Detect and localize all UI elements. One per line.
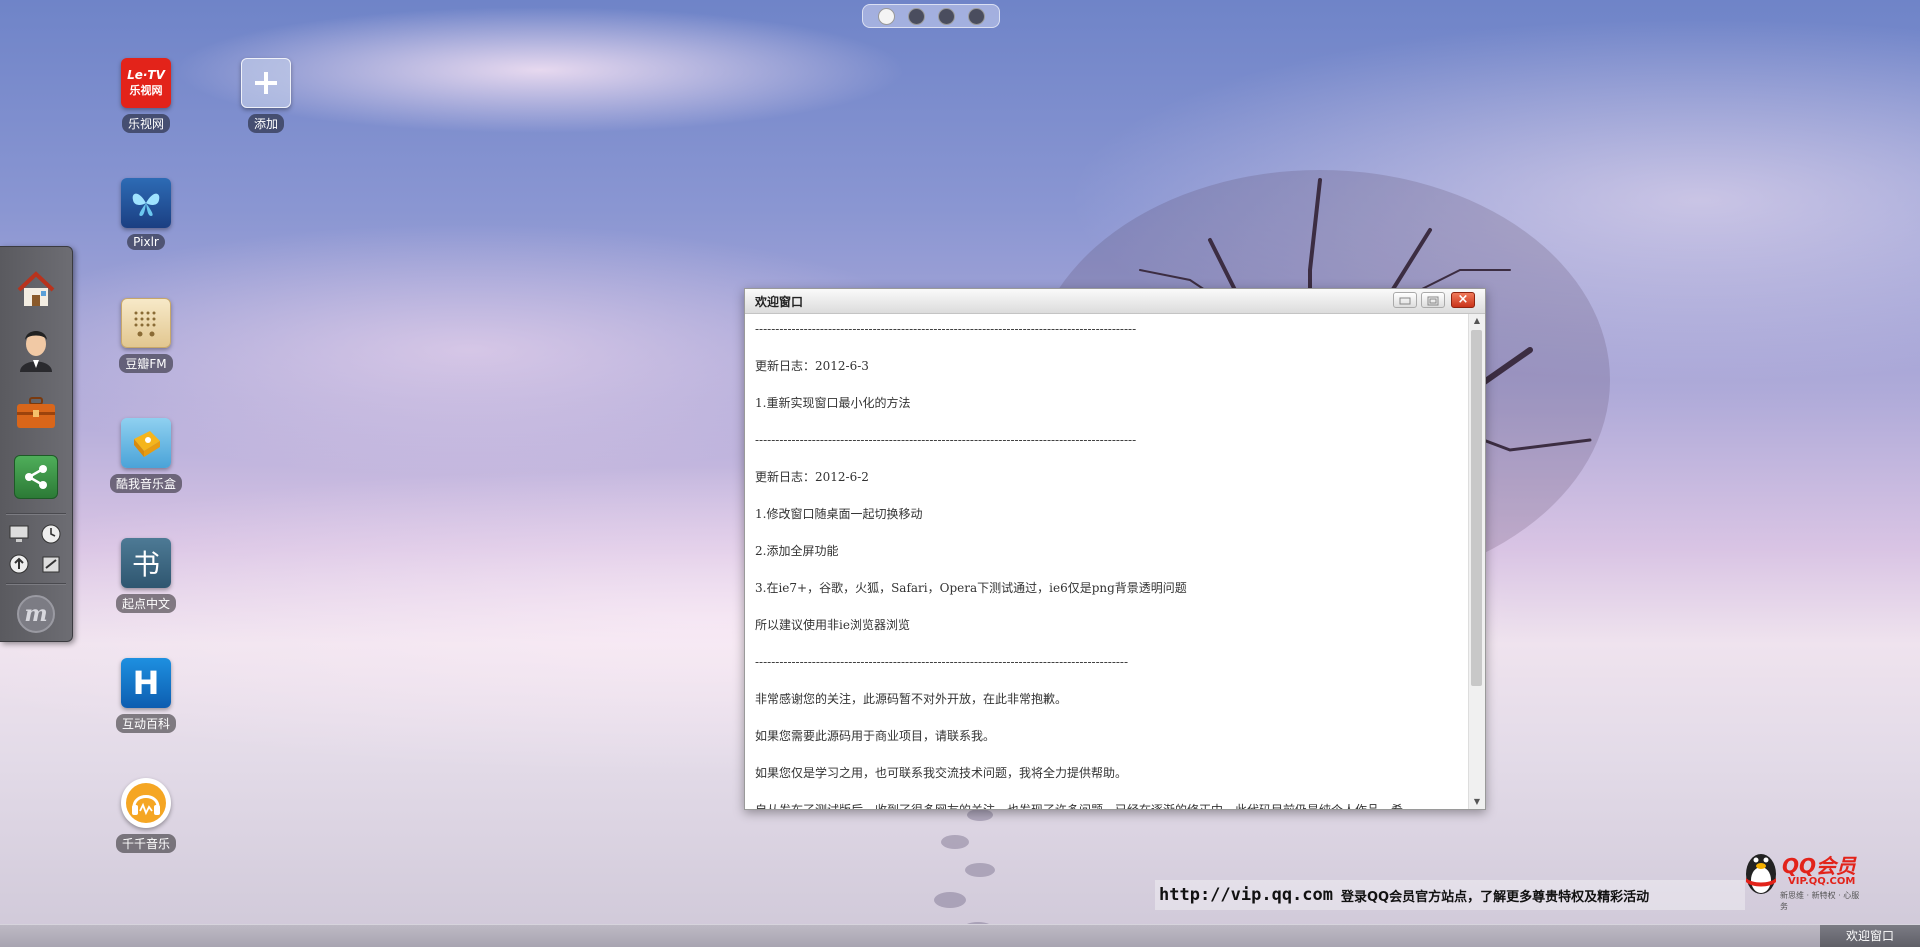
app-label: 添加 (247, 114, 284, 133)
vip-url[interactable]: http://vip.qq.com (1159, 885, 1333, 905)
share-icon (25, 465, 47, 489)
minimize-button[interactable] (1393, 292, 1417, 308)
app-label: 起点中文 (115, 594, 176, 613)
vip-tagline: 新思维 · 新特权 · 心服务 (1780, 891, 1860, 911)
app-label: 互动百科 (115, 714, 176, 733)
app-label: Pixlr (127, 234, 165, 250)
app-icon-pixlr[interactable]: Pixlr (101, 178, 191, 250)
welcome-window: 欢迎窗口 × ---------------------------------… (744, 288, 1486, 810)
minimize-icon (1399, 297, 1411, 305)
content-line: ----------------------------------------… (755, 322, 1137, 336)
letv-icon: Le·TV 乐视网 (121, 58, 171, 108)
share-button[interactable] (14, 455, 58, 499)
dock-divider (6, 583, 66, 585)
taskbar-item-welcome-window[interactable]: 欢迎窗口 (1820, 925, 1920, 947)
letv-logo-subtext: 乐视网 (129, 84, 163, 97)
hudong-icon: H (121, 658, 171, 708)
music-box-icon (121, 418, 171, 468)
app-icon-hudong[interactable]: H 互动百科 (101, 658, 191, 733)
content-line: 更新日志：2012-6-3 (755, 359, 869, 373)
app-icon-qianqian[interactable]: 千千音乐 (101, 778, 191, 853)
app-label: 酷我音乐盒 (109, 474, 182, 493)
briefcase-icon (17, 397, 55, 428)
content-line: 所以建议使用非ie浏览器浏览 (755, 618, 910, 632)
clock-icon (41, 524, 61, 544)
desktop-page-switcher (862, 4, 1000, 28)
letv-logo-text: Le·TV (127, 68, 165, 82)
avatar-icon (20, 331, 52, 372)
app-icon-douban-fm[interactable]: 豆瓣FM (101, 298, 191, 373)
hudong-glyph: H (132, 664, 160, 702)
app-label: 千千音乐 (115, 834, 176, 853)
scroll-thumb[interactable] (1471, 330, 1482, 686)
close-button[interactable]: × (1451, 292, 1475, 308)
vip-brand: QQ会员 (1782, 854, 1857, 878)
headphones-icon (121, 778, 171, 828)
page-dot-2[interactable] (907, 7, 925, 25)
app-label: 豆瓣FM (119, 354, 173, 373)
content-line: 自从发布了测试版后，收到了很多网友的关注，也发现了许多问题，已经在逐渐的修正中，… (755, 801, 1459, 809)
upload-button[interactable] (8, 553, 30, 575)
home-button[interactable] (14, 267, 58, 311)
dock-logo-button[interactable]: m (17, 595, 55, 633)
content-line: 1.重新实现窗口最小化的方法 (755, 396, 911, 410)
content-line: 如果您需要此源码用于商业项目，请联系我。 (755, 729, 996, 743)
radio-icon (121, 298, 171, 348)
window-titlebar[interactable]: 欢迎窗口 × (745, 289, 1485, 314)
maximize-button[interactable] (1421, 292, 1445, 308)
maximize-icon (1427, 296, 1439, 306)
qq-vip-logo[interactable]: QQ会员 VIP.QQ.COM 新思维 · 新特权 · 心服务 (1740, 846, 1865, 911)
content-line: 3.在ie7+，谷歌，火狐，Safari，Opera下测试通过，ie6仅是png… (755, 581, 1187, 595)
vip-brand-url: VIP.QQ.COM (1788, 876, 1856, 887)
book-glyph: 书 (131, 548, 160, 581)
content-line: 非常感谢您的关注，此源码暂不对外开放，在此非常抱歉。 (755, 692, 1068, 706)
app-icon-kuwo[interactable]: 酷我音乐盒 (101, 418, 191, 493)
scroll-up-icon[interactable]: ▲ (1469, 314, 1485, 328)
app-icon-add[interactable]: 添加 (221, 58, 311, 133)
content-line: ----------------------------------------… (755, 655, 1129, 669)
add-icon (241, 58, 291, 108)
scroll-down-icon[interactable]: ▼ (1469, 795, 1485, 809)
monitor-icon (9, 525, 29, 542)
penguin-icon (1746, 854, 1776, 894)
app-icon-qidian[interactable]: 书 起点中文 (101, 538, 191, 613)
theme-settings-button[interactable] (40, 553, 62, 575)
page-dot-1[interactable] (877, 7, 895, 25)
toolbox-button[interactable] (14, 391, 58, 435)
taskbar: 欢迎窗口 (0, 924, 1920, 947)
vip-promo-text: 登录QQ会员官方站点，了解更多尊贵特权及精彩活动 (1341, 889, 1650, 905)
app-label: 乐视网 (121, 114, 170, 133)
home-icon (17, 271, 55, 306)
clock-button[interactable] (40, 523, 62, 545)
qq-vip-ad-banner[interactable]: http://vip.qq.com 登录QQ会员官方站点，了解更多尊贵特权及精彩… (1155, 880, 1745, 910)
left-dock: m (0, 246, 73, 642)
settings-icon (42, 556, 60, 573)
content-line: 更新日志：2012-6-2 (755, 470, 869, 484)
window-title: 欢迎窗口 (755, 295, 804, 309)
m-logo-icon: m (24, 601, 48, 627)
content-line: 如果您仅是学习之用，也可联系我交流技术问题，我将全力提供帮助。 (755, 766, 1128, 780)
content-line: 1.修改窗口随桌面一起切换移动 (755, 507, 923, 521)
book-icon: 书 (121, 538, 171, 588)
dock-divider (6, 513, 66, 515)
content-line: ----------------------------------------… (755, 433, 1137, 447)
pixlr-icon (121, 178, 171, 228)
page-dot-3[interactable] (937, 7, 955, 25)
show-desktop-button[interactable] (8, 523, 30, 545)
window-content: ----------------------------------------… (745, 314, 1469, 809)
content-line: 2.添加全屏功能 (755, 544, 839, 558)
page-dot-4[interactable] (967, 7, 985, 25)
app-icon-letv[interactable]: Le·TV 乐视网 乐视网 (101, 58, 191, 133)
desktop-background: Le·TV 乐视网 乐视网 添加 Pixlr 豆瓣FM 酷我音乐盒 书 起点中文… (0, 0, 1920, 947)
user-avatar-button[interactable] (14, 327, 58, 372)
window-scrollbar[interactable]: ▲ ▼ (1468, 314, 1485, 809)
upload-icon (9, 554, 29, 574)
close-icon: × (1457, 292, 1469, 307)
